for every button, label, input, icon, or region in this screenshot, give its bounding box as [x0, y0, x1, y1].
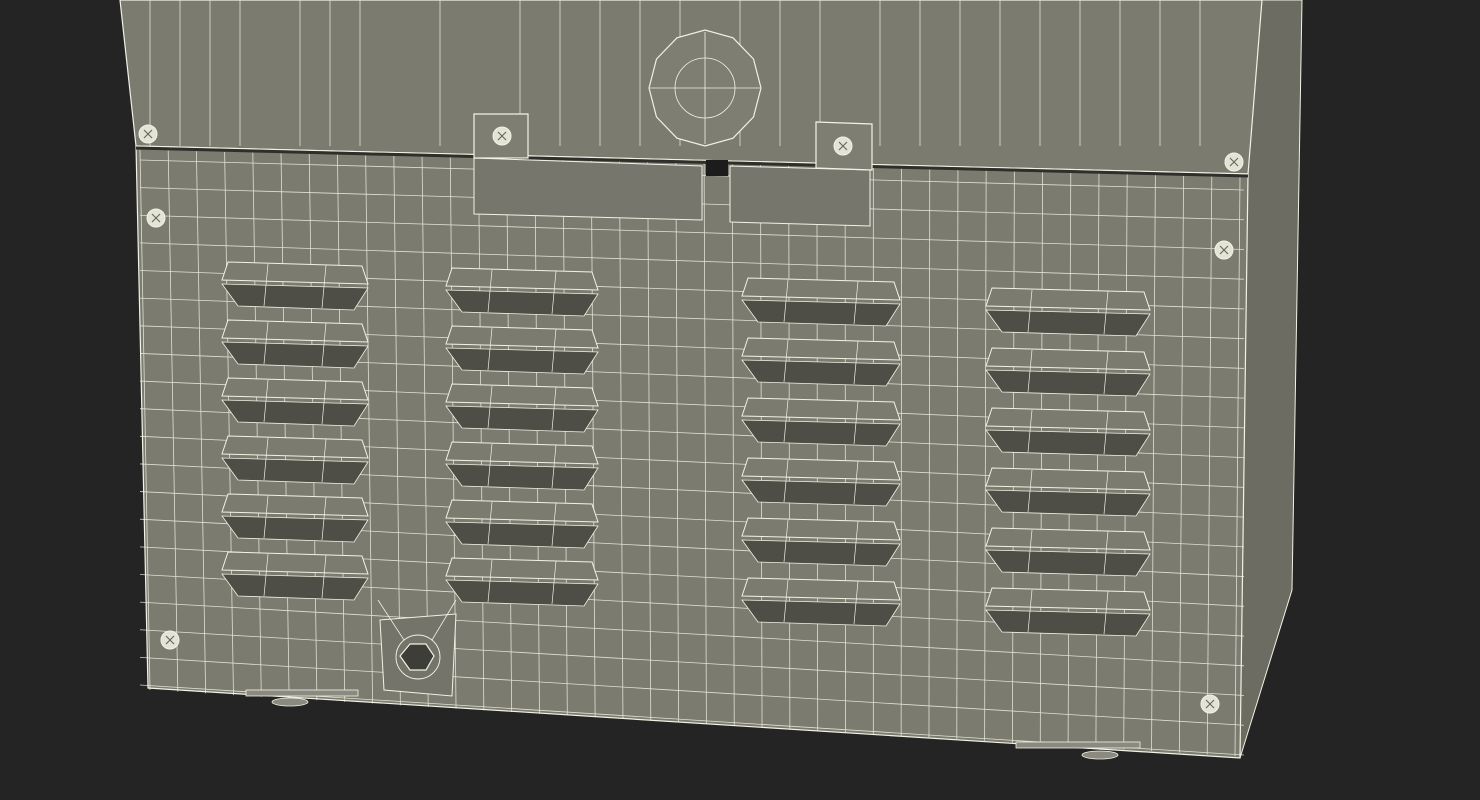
screw-icon: [492, 126, 512, 146]
screw-icon: [160, 630, 180, 650]
screw-icon: [146, 208, 166, 228]
wireframe-render: [0, 0, 1480, 800]
screw-icon: [833, 136, 853, 156]
screw-icon: [1214, 240, 1234, 260]
screw-icon: [1224, 152, 1244, 172]
render-viewport: [0, 0, 1480, 800]
screw-icon: [1200, 694, 1220, 714]
screw-icon: [138, 124, 158, 144]
